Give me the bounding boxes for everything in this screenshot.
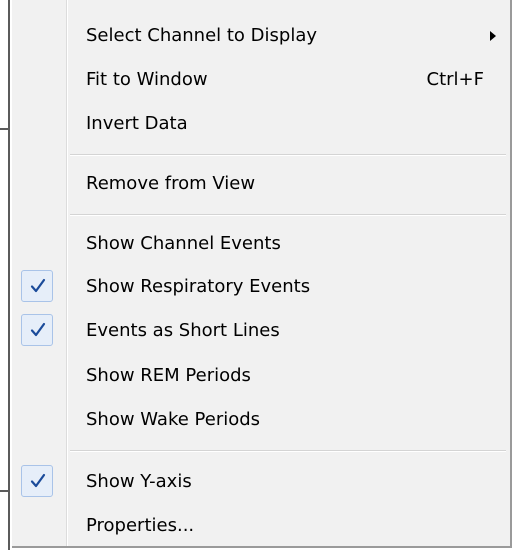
menu-separator xyxy=(70,214,506,215)
menu-item-show-wake-periods[interactable]: Show Wake Periods xyxy=(12,398,510,442)
background-tick xyxy=(0,490,8,492)
menu-item-events-as-short-lines[interactable]: Events as Short Lines xyxy=(12,309,510,353)
menu-item-show-respiratory-events[interactable]: Show Respiratory Events xyxy=(12,265,510,309)
menu-item-label: Properties... xyxy=(86,515,195,536)
menu-item-label: Fit to Window xyxy=(86,69,208,90)
menu-item-label: Show Channel Events xyxy=(86,233,281,254)
checkmark-icon xyxy=(21,270,53,302)
menu-item-label: Events as Short Lines xyxy=(86,320,280,341)
menu-item-fit-to-window[interactable]: Fit to Window Ctrl+F xyxy=(12,58,510,102)
menu-item-show-y-axis[interactable]: Show Y-axis xyxy=(12,460,510,504)
menu-item-shortcut: Ctrl+F xyxy=(426,69,484,90)
menu-item-properties[interactable]: Properties... xyxy=(12,504,510,548)
menu-item-remove-from-view[interactable]: Remove from View xyxy=(12,162,510,206)
background-tick xyxy=(0,128,8,130)
background-window-edge xyxy=(8,0,10,550)
menu-item-invert-data[interactable]: Invert Data xyxy=(12,102,510,146)
checkmark-icon xyxy=(21,465,53,497)
menu-item-label: Invert Data xyxy=(86,113,188,134)
menu-item-label: Show REM Periods xyxy=(86,365,251,386)
menu-item-label: Show Wake Periods xyxy=(86,409,261,430)
checkmark-icon xyxy=(21,314,53,346)
context-menu: Select Channel to Display Fit to Window … xyxy=(12,0,512,548)
menu-separator xyxy=(70,450,506,451)
menu-item-select-channel[interactable]: Select Channel to Display xyxy=(12,14,510,58)
menu-item-label: Show Y-axis xyxy=(86,471,192,492)
menu-item-show-rem-periods[interactable]: Show REM Periods xyxy=(12,354,510,398)
menu-item-label: Remove from View xyxy=(86,173,256,194)
menu-item-label: Select Channel to Display xyxy=(86,25,318,46)
menu-separator xyxy=(70,154,506,155)
menu-item-label: Show Respiratory Events xyxy=(86,276,311,297)
menu-item-show-channel-events[interactable]: Show Channel Events xyxy=(12,222,510,266)
submenu-arrow-icon xyxy=(490,31,496,41)
